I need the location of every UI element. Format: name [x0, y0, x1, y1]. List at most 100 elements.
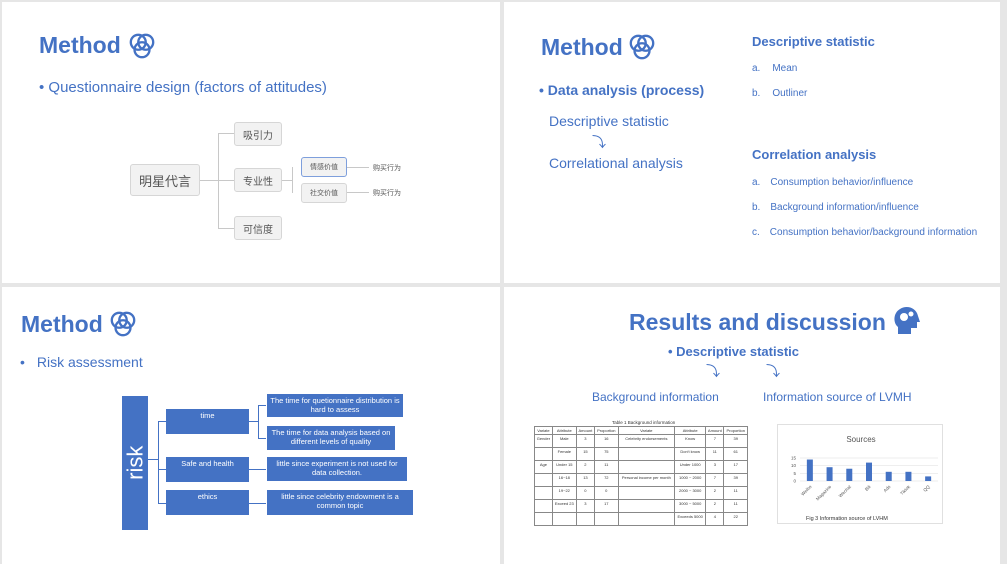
- table-header: Variate: [534, 426, 553, 435]
- mindmap-branch: 吸引力: [234, 122, 282, 146]
- section-heading: Descriptive statistic: [752, 34, 875, 49]
- table-row: 19~22 0 0 2000 ~ 3000 2 11: [534, 486, 748, 500]
- sources-chart-frame: Sources 0 5 10 15 Weibo Magazine Wechat Bili Ads T…: [777, 424, 943, 524]
- bar: [866, 462, 872, 481]
- table-cell: 22: [723, 512, 748, 526]
- table-caption: Table 1 Background information: [612, 420, 676, 425]
- x-tick-label: Bili: [864, 484, 872, 492]
- table-cell: Gender: [534, 434, 553, 448]
- table-row: Female 15 75 Don't know 11 61: [534, 447, 748, 461]
- bar: [806, 459, 813, 481]
- y-tick-label: 0: [793, 479, 796, 484]
- table-cell: Under 15: [551, 460, 577, 474]
- table-cell: 0: [594, 486, 619, 500]
- table-cell: Exceed 23: [551, 499, 577, 513]
- table-row: Gender Male 3 16 Celebrity endorsements Know 7…: [534, 434, 748, 448]
- arrow-icon: ⤵: [766, 363, 780, 379]
- x-tick-label: Ads: [882, 484, 892, 494]
- y-tick-label: 5: [793, 471, 796, 476]
- table-cell: Don't know: [674, 447, 707, 461]
- table-cell: [551, 512, 577, 526]
- table-cell: [534, 447, 553, 461]
- slide-title: Method: [21, 311, 103, 337]
- bullet: • Questionnaire design (factors of attit…: [39, 79, 327, 96]
- table-header: Proportion: [594, 426, 619, 435]
- slide-2[interactable]: Method • Data analysis (process) Descrip…: [504, 2, 1000, 283]
- table-cell: 4: [705, 512, 725, 526]
- arrow-down-icon: ⤵: [592, 134, 606, 150]
- bar: [905, 471, 912, 481]
- slide-3[interactable]: Method • Risk assessment risk time Safe a…: [2, 287, 500, 564]
- background-table: Variate Attribute Amount Proportion Variate A…: [534, 426, 748, 526]
- mindmap-sub: 社交价值: [301, 183, 347, 203]
- table-header: Variate: [617, 426, 676, 435]
- table-cell: 39: [723, 434, 748, 448]
- table-cell: 7: [705, 473, 725, 487]
- risk-detail: The time for quetionnaire distribution i…: [267, 394, 403, 417]
- mindmap-sub: 情感价值: [301, 157, 347, 177]
- table-header: Attribute: [551, 426, 577, 435]
- table-cell: 11: [723, 486, 748, 500]
- slide-title: Method: [39, 32, 121, 58]
- table-cell: [617, 486, 676, 500]
- list-item: b. Background information/influence: [752, 202, 919, 213]
- bar: [925, 476, 932, 481]
- x-tick-label: Magazine: [815, 484, 833, 502]
- x-tick-label: Weibo: [800, 484, 813, 497]
- table-cell: 61: [723, 447, 748, 461]
- table-row: 16~18 13 72 Personal income per month 1000 ~…: [534, 473, 748, 487]
- mindmap-branch: 专业性: [234, 168, 282, 192]
- table-cell: 11: [723, 499, 748, 513]
- list-item: a. Consumption behavior/influence: [752, 177, 914, 188]
- slide-4[interactable]: Results and discussion • Descriptive sta…: [504, 287, 1000, 564]
- table-cell: [617, 447, 676, 461]
- table-cell: 2: [705, 499, 725, 513]
- table-cell: [534, 512, 553, 526]
- bar: [885, 471, 892, 481]
- y-tick-label: 10: [791, 463, 797, 468]
- table-header: Amount: [705, 426, 725, 435]
- table-cell: [617, 460, 676, 474]
- venn-icon: [109, 310, 137, 338]
- section-label: Information source of LVMH: [763, 390, 912, 404]
- table-cell: Female: [551, 447, 577, 461]
- table-cell: 19~22: [551, 486, 577, 500]
- table-cell: [575, 512, 596, 526]
- table-cell: [534, 486, 553, 500]
- slide-1[interactable]: Method • Questionnaire design (factors o…: [2, 2, 500, 283]
- head-gears-icon: [894, 307, 920, 334]
- risk-root: risk: [122, 396, 148, 530]
- list-item: a. Mean: [752, 63, 798, 74]
- table-cell: 16: [594, 434, 619, 448]
- table-cell: 2: [705, 486, 725, 500]
- risk-detail: little since celebrity endowment is a co…: [267, 490, 413, 515]
- risk-category: ethics: [166, 490, 249, 515]
- table-cell: 3000 ~ 5000: [674, 499, 707, 513]
- risk-category: time: [166, 409, 249, 434]
- section-label: Background information: [592, 390, 719, 404]
- table-cell: 13: [575, 473, 596, 487]
- mindmap-branch: 可信度: [234, 216, 282, 240]
- table-cell: [617, 512, 676, 526]
- bullet: Risk assessment: [36, 354, 143, 370]
- table-cell: [534, 473, 553, 487]
- figure-caption: Fig 3 Information source of LVHM: [806, 516, 888, 522]
- x-tick-label: QQ: [922, 484, 931, 493]
- table-cell: Know: [674, 434, 707, 448]
- bar: [826, 467, 833, 481]
- table-row: Age Under 15 2 11 Under 1000 3 17: [534, 460, 748, 474]
- table-cell: 17: [723, 460, 748, 474]
- table-cell: 75: [594, 447, 619, 461]
- table-row: Exceed 23 3 17 3000 ~ 5000 2 11: [534, 499, 748, 513]
- table-cell: 72: [594, 473, 619, 487]
- list-item: c. Consumption behavior/background inform…: [752, 227, 978, 238]
- table-cell: 16~18: [551, 473, 577, 487]
- mindmap-leaf: 购买行为: [373, 190, 401, 197]
- mindmap-leaf: 购买行为: [373, 165, 401, 172]
- slide-title: Results and discussion: [629, 309, 886, 335]
- table-cell: 2: [575, 460, 596, 474]
- table-cell: [617, 499, 676, 513]
- table-header: Amount: [575, 426, 596, 435]
- chart-title: Sources: [846, 435, 875, 444]
- arrow-icon: ⤵: [706, 363, 720, 379]
